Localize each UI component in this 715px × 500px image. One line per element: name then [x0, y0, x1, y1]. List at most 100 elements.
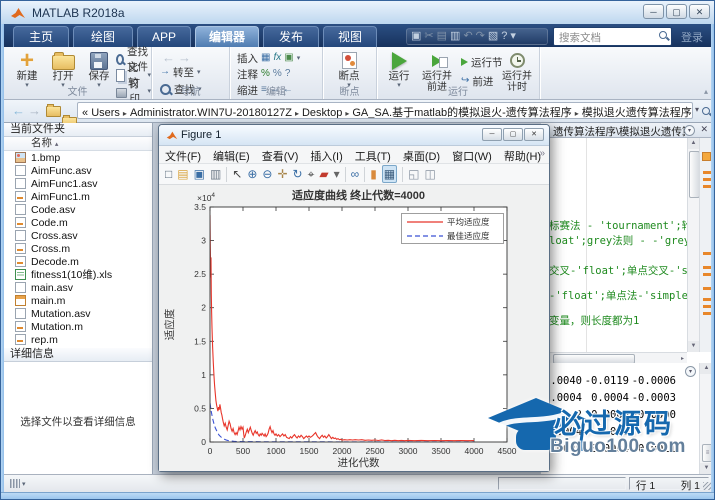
- breadcrumb-segment[interactable]: Administrator.WIN7U-20180127Z: [130, 107, 292, 119]
- breadcrumb-segment[interactable]: GA_SA.基于matlab的模拟退火-遗传算法程序: [352, 107, 571, 119]
- save-icon[interactable]: ▣: [411, 29, 421, 44]
- file-row[interactable]: Cross.m: [4, 242, 152, 255]
- figure-menu-4[interactable]: 工具(T): [349, 146, 397, 166]
- link-plot-icon[interactable]: ∞: [351, 166, 360, 182]
- tab-home[interactable]: 主页: [13, 26, 69, 47]
- analyzer-mark[interactable]: [703, 185, 711, 188]
- doc-search-box[interactable]: 搜索文档: [553, 27, 672, 46]
- analyzer-mark[interactable]: [703, 312, 711, 315]
- colorbar-icon[interactable]: ▮: [370, 166, 377, 182]
- minimize-button[interactable]: ─: [643, 4, 664, 19]
- rotate-3d-icon[interactable]: ↻: [293, 166, 303, 182]
- file-row[interactable]: Mutation.m: [4, 320, 152, 333]
- undo-icon[interactable]: ↶: [463, 29, 472, 44]
- current-folder-header[interactable]: 当前文件夹: [4, 123, 152, 137]
- figure-menu-1[interactable]: 编辑(E): [207, 146, 256, 166]
- figure-menu-5[interactable]: 桌面(D): [397, 146, 446, 166]
- brush-icon[interactable]: ▰: [319, 166, 328, 182]
- run-section-button[interactable]: 运行节: [461, 55, 503, 69]
- maximize-button[interactable]: ▢: [666, 4, 687, 19]
- comment-button[interactable]: 注释 % % ?: [237, 67, 290, 81]
- new-figure-icon[interactable]: □: [165, 166, 172, 182]
- breadcrumb[interactable]: « Users▸Administrator.WIN7U-20180127Z▸De…: [77, 102, 693, 119]
- editor-menu-icon[interactable]: ▾: [684, 125, 695, 136]
- paste-icon[interactable]: ▥: [450, 29, 460, 44]
- breadcrumb-segment[interactable]: 模拟退火遗传算法程序: [582, 107, 692, 119]
- address-search-icon[interactable]: [702, 107, 710, 115]
- login-link[interactable]: 登录: [681, 29, 703, 45]
- scroll-down-icon[interactable]: ▼: [688, 341, 699, 352]
- open-file-icon[interactable]: ▤: [177, 166, 188, 182]
- print-figure-icon[interactable]: ▥: [210, 166, 221, 182]
- tab-publish[interactable]: 发布: [263, 26, 319, 47]
- tab-view[interactable]: 视图: [323, 26, 377, 47]
- help-icon[interactable]: ?: [501, 29, 507, 44]
- file-row[interactable]: AimFunc1.m: [4, 190, 152, 203]
- analyzer-mark[interactable]: [703, 252, 711, 255]
- qa-dropdown-icon[interactable]: ▾: [510, 29, 516, 44]
- window-titlebar[interactable]: MATLAB R2018a ─ ▢ ✕: [1, 1, 715, 25]
- file-row[interactable]: AimFunc1.asv: [4, 177, 152, 190]
- figure-canvas[interactable]: 05001000150020002500300035004000450000.5…: [159, 185, 549, 471]
- save-figure-icon[interactable]: ▣: [194, 166, 205, 182]
- figure-window[interactable]: Figure 1 ─ ▢ ✕ 文件(F)编辑(E)查看(V)插入(I)工具(T)…: [158, 124, 550, 472]
- tab-plots[interactable]: 绘图: [73, 26, 133, 47]
- file-row[interactable]: Cross.asv: [4, 229, 152, 242]
- figure-menu-0[interactable]: 文件(F): [159, 146, 207, 166]
- figure-maximize-button[interactable]: ▢: [503, 128, 523, 141]
- scroll-up-icon[interactable]: ▲: [688, 138, 699, 149]
- goto-button[interactable]: → 转至 ▾: [160, 65, 201, 79]
- scroll-right-icon[interactable]: ▸: [681, 355, 684, 362]
- analyzer-mark[interactable]: [703, 273, 711, 276]
- cut-icon[interactable]: ✂: [424, 29, 433, 44]
- zoom-out-icon[interactable]: ⊖: [262, 166, 272, 182]
- figure-close-button[interactable]: ✕: [524, 128, 544, 141]
- analyzer-mark[interactable]: [703, 305, 711, 308]
- details-header[interactable]: 详细信息: [4, 348, 152, 362]
- file-row[interactable]: 1.bmp: [4, 151, 152, 164]
- zoom-in-icon[interactable]: ⊕: [247, 166, 257, 182]
- pointer-icon[interactable]: ↖: [232, 166, 242, 182]
- file-row[interactable]: Code.m: [4, 216, 152, 229]
- name-column-header[interactable]: 名称 ▴: [4, 137, 152, 151]
- redo-icon[interactable]: ↷: [476, 29, 485, 44]
- address-dropdown-icon[interactable]: ▾: [695, 105, 699, 114]
- start-button[interactable]: ▾: [10, 479, 26, 488]
- breadcrumb-segment[interactable]: Desktop: [302, 107, 342, 119]
- undock-figure-icon[interactable]: ◫: [424, 166, 435, 182]
- editor-body[interactable]: 标赛法 - 'tournament';轮盘赌法loat';grey法则 - -'…: [541, 138, 687, 352]
- editor-tab-title[interactable]: 遗传算法程序\模拟退火遗传算法...: [553, 124, 685, 139]
- pan-icon[interactable]: ✛: [277, 166, 287, 182]
- file-row[interactable]: rep.m: [4, 333, 152, 346]
- tab-editor[interactable]: 编辑器: [195, 26, 259, 47]
- analyzer-mark[interactable]: [703, 171, 711, 174]
- close-button[interactable]: ✕: [689, 4, 710, 19]
- search-icon[interactable]: [659, 31, 667, 39]
- collapse-ribbon-icon[interactable]: ▴: [704, 87, 708, 96]
- up-folder-button[interactable]: [46, 106, 61, 117]
- figure-menu-2[interactable]: 查看(V): [256, 146, 305, 166]
- copy-icon[interactable]: ▤: [437, 29, 447, 44]
- legend-icon[interactable]: ▦: [382, 165, 397, 183]
- insert-button[interactable]: 插入 ▦ fx ▣ ▾: [237, 51, 300, 65]
- desktop-icon[interactable]: ▧: [488, 29, 498, 44]
- analyzer-mark[interactable]: [703, 287, 711, 290]
- analyzer-warning-icon[interactable]: [702, 152, 711, 161]
- dock-figure-icon[interactable]: ◱: [408, 166, 419, 182]
- resize-grip[interactable]: [703, 482, 711, 490]
- analyzer-mark[interactable]: [703, 298, 711, 301]
- file-row[interactable]: AimFunc.asv: [4, 164, 152, 177]
- file-row[interactable]: Mutation.asv: [4, 307, 152, 320]
- brush-dropdown-icon[interactable]: ▾: [334, 166, 340, 182]
- back-button[interactable]: ←: [12, 101, 25, 121]
- menu-overflow-icon[interactable]: »: [539, 148, 545, 159]
- analyzer-mark[interactable]: [703, 178, 711, 181]
- figure-minimize-button[interactable]: ─: [482, 128, 502, 141]
- figure-menu-6[interactable]: 窗口(W): [446, 146, 498, 166]
- command-window[interactable]: ▾ 0.0040-0.0119-0.00060.00040.0004-0.000…: [541, 363, 699, 474]
- editor-close-icon[interactable]: ✕: [700, 124, 708, 135]
- file-row[interactable]: fitness1(10维).xls: [4, 268, 152, 281]
- file-row[interactable]: main.m: [4, 294, 152, 307]
- forward-button[interactable]: →: [28, 101, 41, 121]
- data-cursor-icon[interactable]: ⌖: [308, 166, 315, 182]
